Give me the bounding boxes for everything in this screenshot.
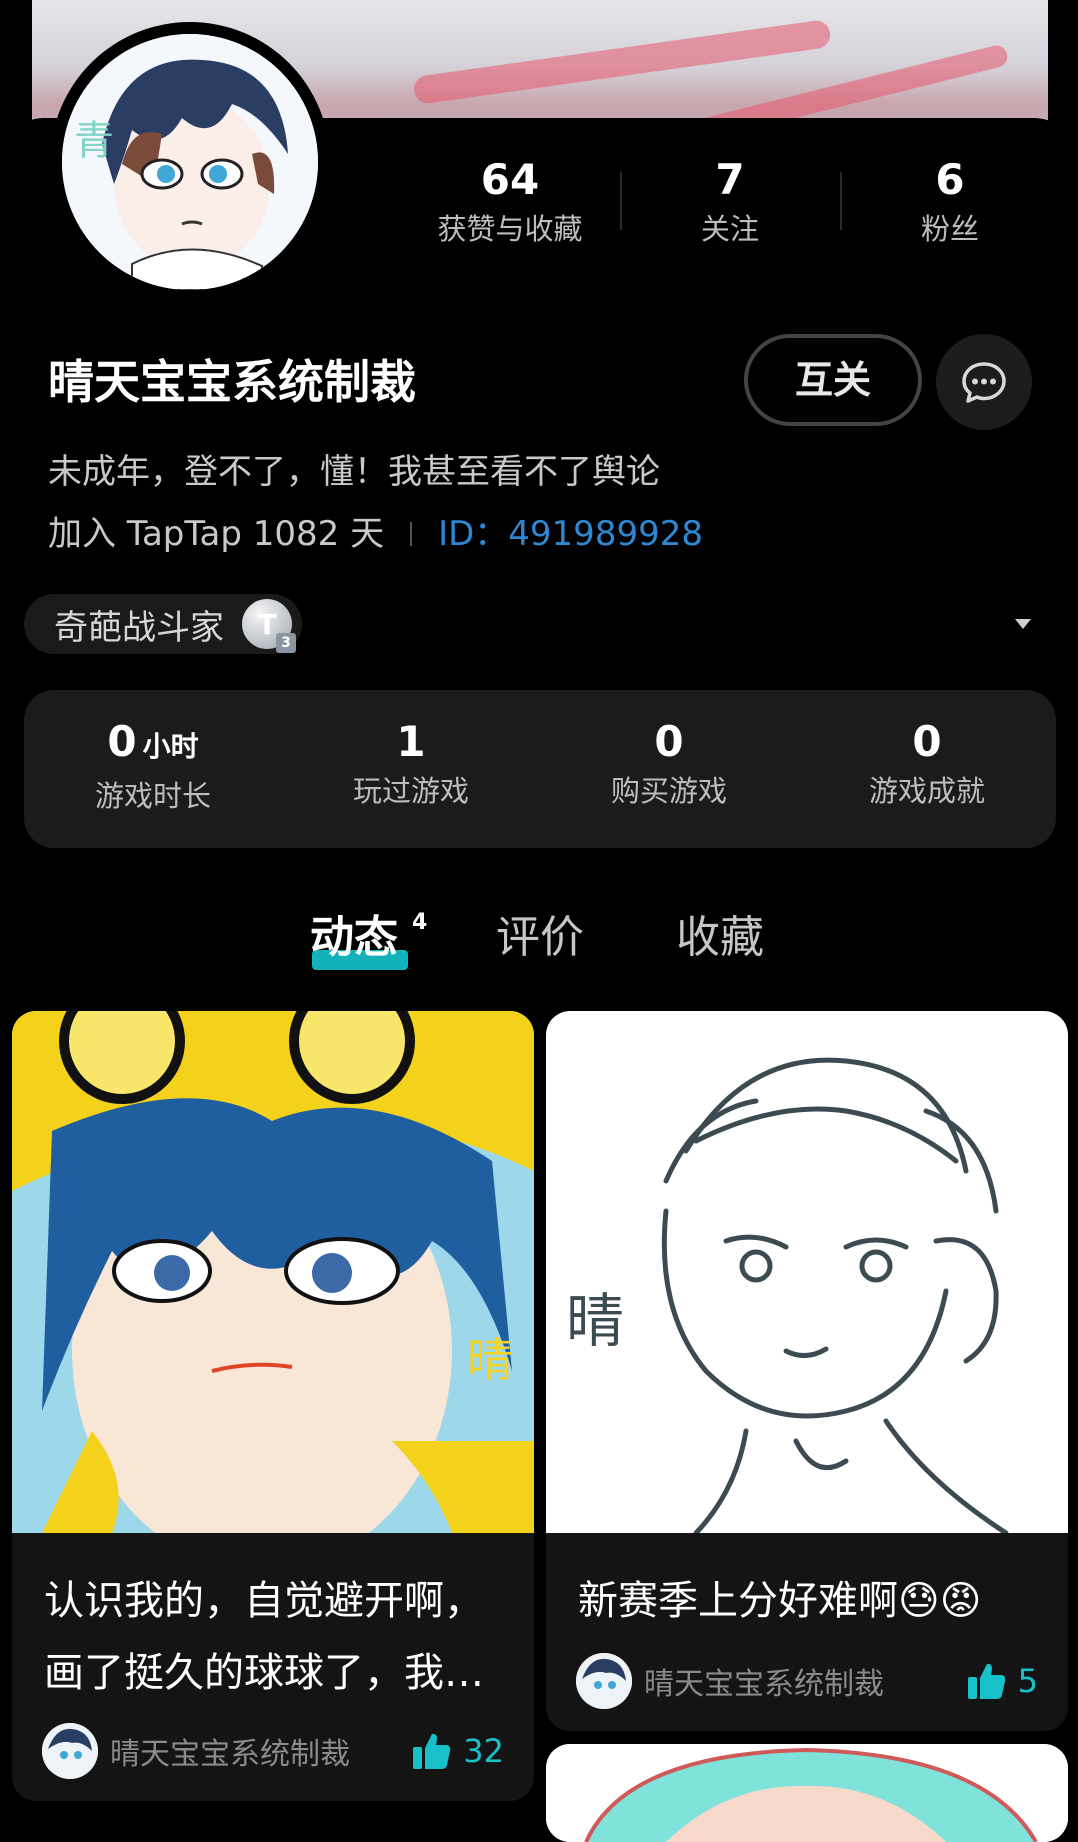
title-badge[interactable]: 奇葩战斗家 T 3: [24, 594, 302, 654]
game-stat-playtime[interactable]: 0 小时 游戏时长: [24, 690, 282, 848]
stat-label: 粉丝: [920, 212, 979, 246]
svg-text:晴: 晴: [566, 1287, 624, 1355]
stat-label: 玩过游戏: [352, 774, 469, 808]
stat-value: 7: [715, 155, 745, 204]
thumbs-up-icon[interactable]: [411, 1730, 453, 1772]
badge-level: 3: [276, 633, 296, 653]
tab-posts-count: 4: [412, 910, 428, 935]
svg-text:晴: 晴: [467, 1333, 513, 1387]
user-bio: 未成年，登不了，懂！我甚至看不了舆论: [48, 452, 660, 492]
user-id[interactable]: ID：491989928: [438, 510, 703, 558]
author-avatar[interactable]: [42, 1723, 98, 1779]
join-info: 加入 TapTap 1082 天 ID：491989928: [48, 510, 703, 558]
post-title: 认识我的，自觉避开啊，画了挺久的球球了，我…: [44, 1578, 484, 1696]
divider: [410, 522, 413, 546]
stat-value: 0: [654, 717, 684, 766]
game-stat-played[interactable]: 1 玩过游戏: [282, 690, 540, 848]
content-tabs: 动态 评价 收藏: [0, 905, 1078, 975]
post-footer: 晴天宝宝系统制裁 32: [42, 1723, 504, 1779]
stat-label: 购买游戏: [610, 774, 727, 808]
badge-letter: T: [257, 607, 277, 641]
author-avatar-image: [42, 1723, 98, 1779]
game-stat-purchased[interactable]: 0 购买游戏: [540, 690, 798, 848]
stat-value: 0: [912, 717, 942, 766]
like-count: 32: [463, 1732, 504, 1770]
author-name[interactable]: 晴天宝宝系统制裁: [644, 1659, 966, 1703]
avatar-illustration: 青: [62, 34, 318, 290]
post-footer: 晴天宝宝系统制裁 5: [576, 1653, 1038, 1709]
stat-label: 获赞与收藏: [437, 212, 583, 246]
stat-label: 游戏时长: [94, 779, 211, 813]
stat-label: 游戏成就: [868, 774, 985, 808]
game-stats-card: 0 小时 游戏时长 1 玩过游戏 0 购买游戏 0 游戏成就: [24, 690, 1056, 848]
author-avatar-image: [576, 1653, 632, 1709]
svg-text:青: 青: [74, 118, 114, 164]
game-stat-achievements[interactable]: 0 游戏成就: [798, 690, 1056, 848]
post-card[interactable]: [546, 1744, 1068, 1842]
post-image: 晴: [12, 1011, 534, 1533]
user-name: 晴天宝宝系统制裁: [48, 355, 416, 409]
stat-value: 64: [480, 155, 540, 204]
stat-value: 0: [107, 717, 137, 766]
profile-avatar[interactable]: 青: [50, 22, 330, 302]
stat-label: 关注: [700, 212, 759, 246]
post-card[interactable]: 晴 新赛季上分好难啊😓😡 晴天宝宝系统制裁 5: [546, 1011, 1068, 1731]
stat-followers[interactable]: 6 粉丝: [840, 150, 1060, 250]
stat-unit: 小时: [142, 730, 199, 763]
message-icon: [962, 362, 1006, 403]
post-title: 新赛季上分好难啊😓😡: [578, 1578, 982, 1624]
badge-label: 奇葩战斗家: [54, 607, 224, 648]
join-days: 加入 TapTap 1082 天: [48, 514, 385, 554]
stat-following[interactable]: 7 关注: [620, 150, 840, 250]
mutual-follow-button[interactable]: 互关: [744, 334, 922, 426]
thumbs-up-icon[interactable]: [966, 1660, 1008, 1702]
post-image: [546, 1744, 1068, 1842]
profile-stats: 64 获赞与收藏 7 关注 6 粉丝: [400, 150, 1060, 250]
message-button[interactable]: [936, 334, 1032, 430]
tab-reviews[interactable]: 评价: [496, 905, 584, 971]
post-image: 晴: [546, 1011, 1068, 1533]
author-avatar[interactable]: [576, 1653, 632, 1709]
like-count: 5: [1017, 1662, 1038, 1700]
badge-t-icon: T 3: [242, 599, 296, 653]
author-name[interactable]: 晴天宝宝系统制裁: [110, 1729, 411, 1773]
post-card[interactable]: 晴 认识我的，自觉避开啊，画了挺久的球球了，我… 晴天宝宝系统制裁 32: [12, 1011, 534, 1801]
stat-value: 6: [935, 155, 965, 204]
dropdown-triangle-icon[interactable]: [1012, 614, 1034, 634]
tab-favorites[interactable]: 收藏: [676, 905, 764, 971]
tab-posts[interactable]: 动态: [310, 905, 398, 971]
stat-value: 1: [396, 717, 426, 766]
stat-likes[interactable]: 64 获赞与收藏: [400, 150, 620, 250]
